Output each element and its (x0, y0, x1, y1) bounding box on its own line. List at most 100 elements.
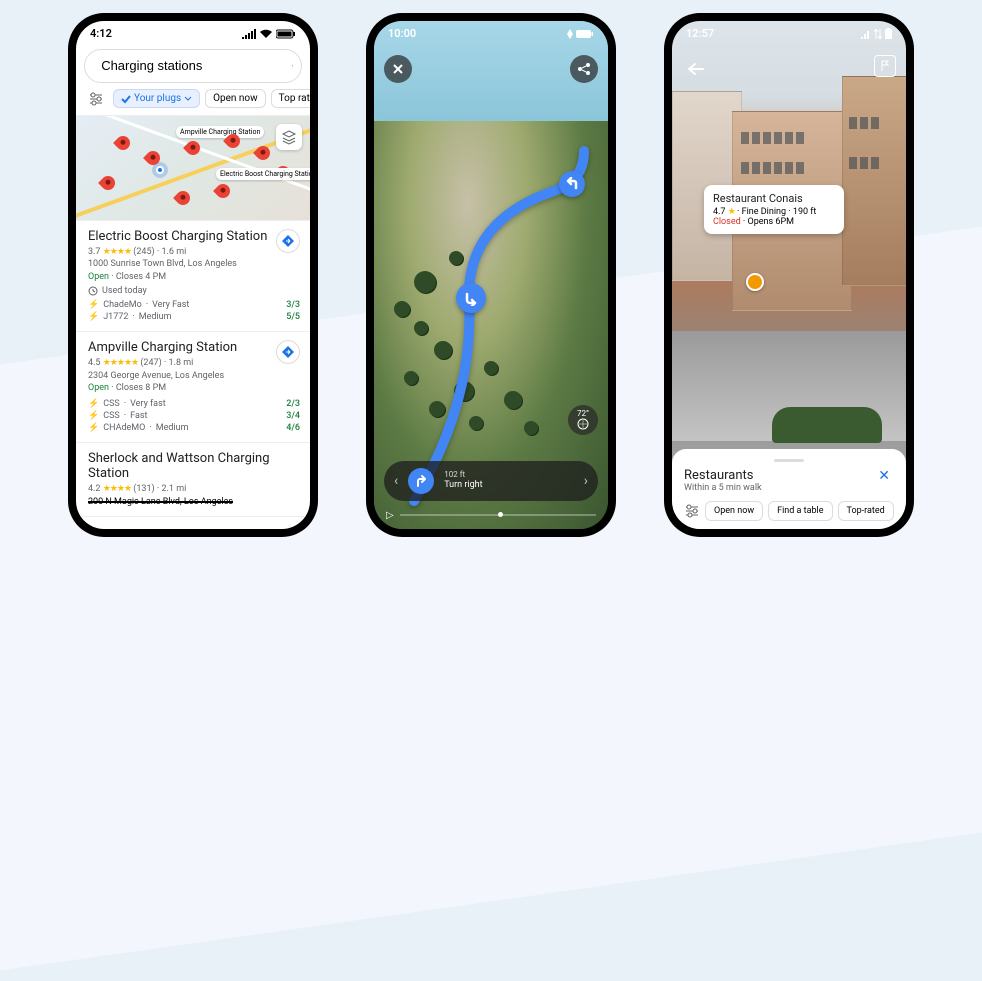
results-list[interactable]: Electric Boost Charging Station 3.7 ★★★★… (76, 221, 310, 529)
plug-row: ⚡CSS · Very fast 2/3 (88, 398, 300, 410)
directions-icon (281, 345, 295, 359)
chevron-left-icon[interactable]: ‹ (394, 473, 398, 489)
battery-icon (276, 29, 296, 39)
status-bar: 4:12 (76, 21, 310, 47)
directions-button[interactable] (276, 229, 300, 253)
map-pin-label[interactable]: Electric Boost Charging Station (216, 168, 310, 180)
map-pin[interactable] (173, 188, 193, 208)
drag-handle[interactable] (774, 459, 804, 462)
chip-top-rated[interactable]: Top rated (271, 89, 310, 108)
phone-ar-lens: 12:57 Restaurant Conais 4.7 ★ · Fine Din… (664, 13, 914, 537)
map-pin[interactable] (183, 138, 203, 158)
turn-arrow-icon (559, 171, 585, 197)
bottom-sheet[interactable]: Restaurants Within a 5 min walk ✕ Open n… (672, 449, 906, 529)
result-title: Ampville Charging Station (88, 340, 300, 355)
phone-immersive-nav: 10:00 72° ‹ 102 ft Turn (366, 13, 616, 537)
bush (772, 407, 882, 443)
close-button[interactable] (384, 55, 412, 83)
nav-instruction-bar[interactable]: ‹ 102 ft Turn right › (384, 461, 598, 501)
layers-button[interactable] (276, 124, 302, 150)
result-address: 2304 George Avenue, Los Angeles (88, 370, 300, 383)
result-title: Sherlock and Wattson Charging Station (88, 451, 300, 481)
bolt-icon: ⚡ (88, 399, 99, 409)
chevron-right-icon[interactable]: › (584, 473, 588, 489)
turn-right-icon (408, 468, 434, 494)
status-bar: 12:57 (672, 21, 906, 47)
instruction-text: 102 ft Turn right (444, 470, 574, 490)
chip-top-rated[interactable]: Top-rated (838, 501, 894, 521)
plug-row: ⚡CHAdeMO · Medium 4/6 (88, 422, 300, 434)
directions-icon (281, 234, 295, 248)
map-pin[interactable] (113, 133, 133, 153)
bolt-icon: ⚡ (88, 411, 99, 421)
progress-handle[interactable] (498, 512, 503, 517)
search-bar[interactable] (84, 49, 302, 83)
wifi-icon (259, 29, 273, 39)
chevron-down-icon (184, 96, 192, 102)
layers-icon (281, 129, 297, 145)
sheet-chip-row: Open now Find a table Top-rated More (684, 501, 894, 521)
share-icon (577, 62, 591, 76)
compass-icon (577, 418, 589, 430)
sheet-subtitle: Within a 5 min walk (684, 483, 762, 493)
mobile-data-icon (874, 29, 882, 39)
signal-icon (861, 29, 871, 39)
flag-icon (880, 60, 890, 72)
poi-name: Restaurant Conais (713, 192, 835, 205)
signal-icon (242, 29, 256, 39)
building-facade (842, 76, 906, 286)
close-icon (392, 63, 404, 75)
route-path (374, 21, 608, 529)
sheet-title: Restaurants (684, 468, 762, 483)
map-pin-label[interactable]: Ampville Charging Station (176, 126, 264, 138)
clear-icon[interactable] (283, 59, 285, 73)
status-time: 12:57 (686, 27, 714, 40)
plug-row: ⚡ChadeMo · Very Fast 3/3 (88, 299, 300, 311)
chip-open-now[interactable]: Open now (705, 501, 763, 521)
result-item[interactable]: Electric Boost Charging Station 3.7 ★★★★… (76, 221, 310, 333)
phone-maps-search: 4:12 Your plugs Open now Top rated (68, 13, 318, 537)
status-time: 4:12 (90, 27, 112, 40)
mic-icon[interactable] (291, 57, 293, 75)
plug-list: ⚡ChadeMo · Very Fast 3/3 ⚡J1772 · Medium… (88, 299, 300, 323)
map-pin[interactable] (213, 181, 233, 201)
result-meta: 3.7 ★★★★ (245) · 1.6 mi (88, 246, 300, 259)
bolt-icon: ⚡ (88, 423, 99, 433)
chip-find-table[interactable]: Find a table (768, 501, 832, 521)
progress-track[interactable] (400, 514, 596, 516)
turn-arrow-icon (456, 283, 486, 313)
flag-button[interactable] (874, 55, 896, 77)
map-pin[interactable] (98, 173, 118, 193)
map-canvas[interactable]: Ampville Charging Station Electric Boost… (76, 115, 310, 221)
result-item[interactable]: Ampville Charging Station 4.5 ★★★★★ (247… (76, 332, 310, 443)
play-button[interactable]: ▷ (386, 510, 394, 521)
sheet-close-button[interactable]: ✕ (874, 468, 894, 484)
result-item[interactable]: Sherlock and Wattson Charging Station 4.… (76, 443, 310, 517)
compass-button[interactable]: 72° (568, 405, 598, 435)
map-pin[interactable] (143, 148, 163, 168)
status-icons (242, 29, 296, 39)
filter-chip-row: Your plugs Open now Top rated (76, 89, 310, 115)
back-icon[interactable] (93, 58, 95, 74)
back-arrow-icon (687, 62, 705, 76)
poi-pin-icon[interactable] (746, 273, 764, 291)
tune-icon[interactable] (84, 89, 108, 109)
usage-badge: Used today (88, 286, 300, 296)
plug-row: ⚡CSS · Fast 3/4 (88, 410, 300, 422)
current-location-dot (156, 166, 164, 174)
chip-your-plugs[interactable]: Your plugs (113, 89, 200, 108)
poi-info-card[interactable]: Restaurant Conais 4.7 ★ · Fine Dining · … (704, 185, 844, 234)
bolt-icon: ⚡ (88, 300, 99, 310)
tune-icon[interactable] (684, 504, 700, 518)
battery-icon (885, 28, 892, 39)
status-time: 10:00 (388, 27, 416, 40)
playback-row: ▷ (386, 510, 596, 521)
signal-icon (567, 29, 573, 39)
back-button[interactable] (682, 55, 710, 83)
clock-icon (88, 286, 98, 296)
chip-open-now[interactable]: Open now (205, 89, 266, 108)
plug-row: ⚡J1772 · Medium 5/5 (88, 311, 300, 323)
result-address: 1000 Sunrise Town Blvd, Los Angeles (88, 258, 300, 271)
share-button[interactable] (570, 55, 598, 83)
search-input[interactable] (101, 58, 277, 73)
